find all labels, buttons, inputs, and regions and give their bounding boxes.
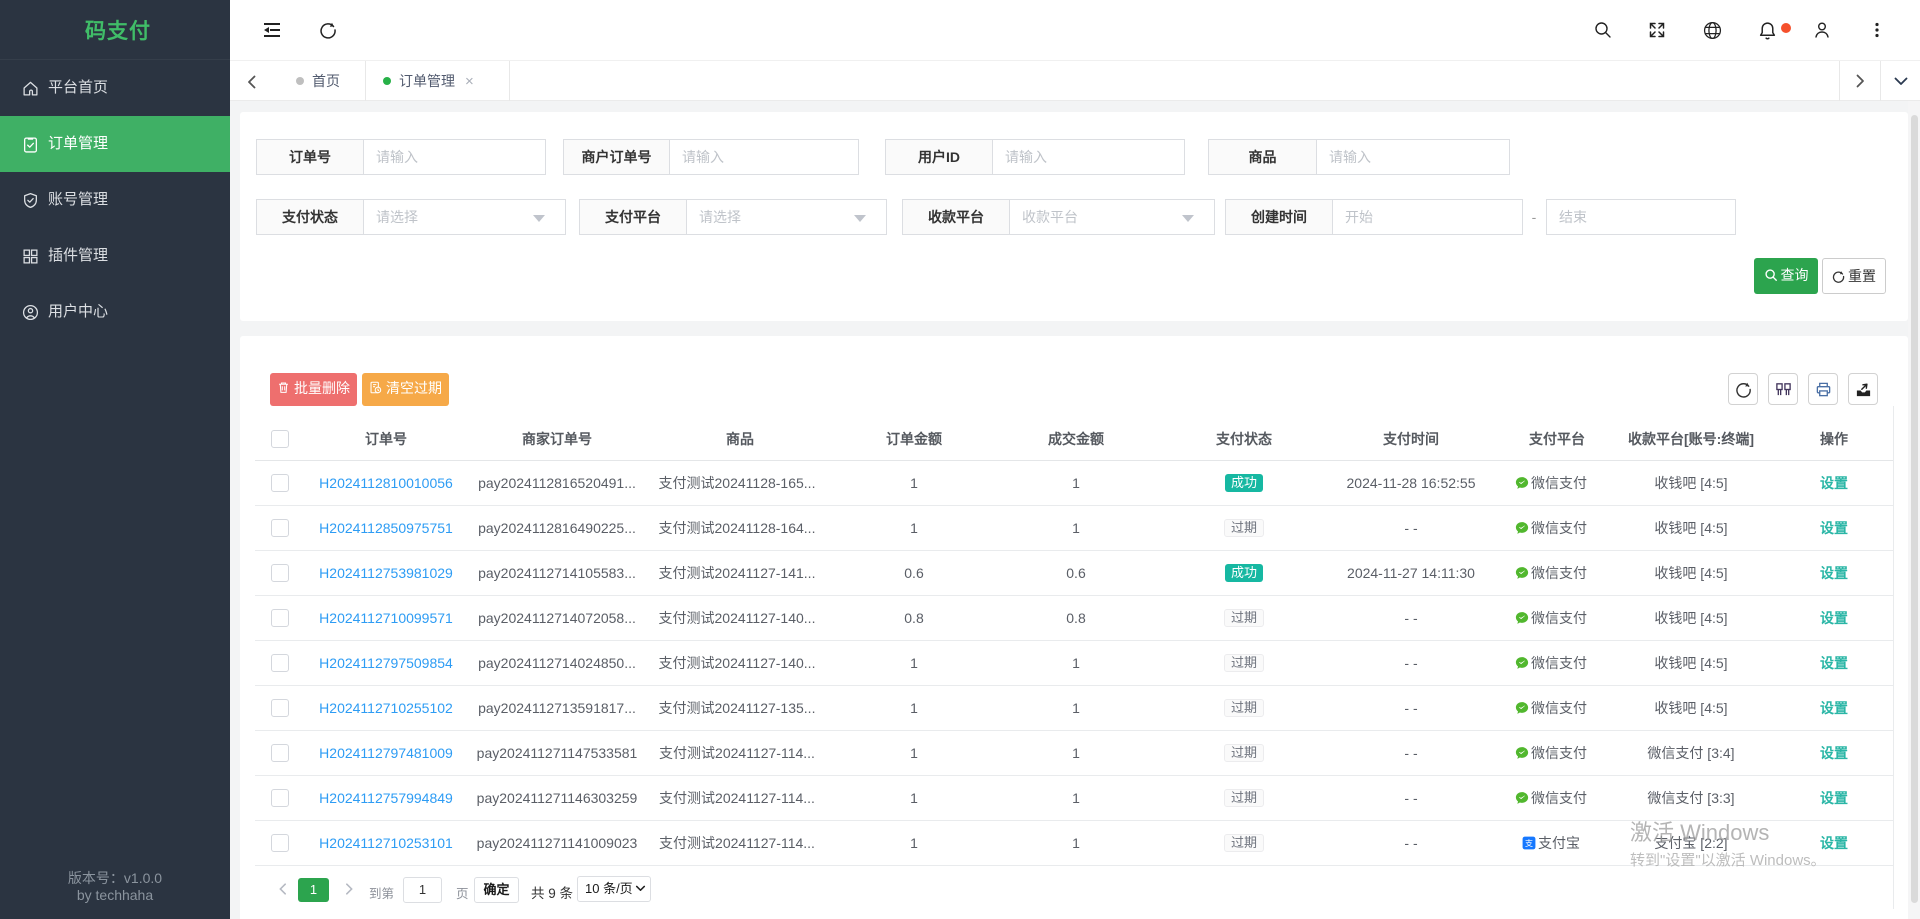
svg-text:支: 支 bbox=[1525, 837, 1533, 847]
